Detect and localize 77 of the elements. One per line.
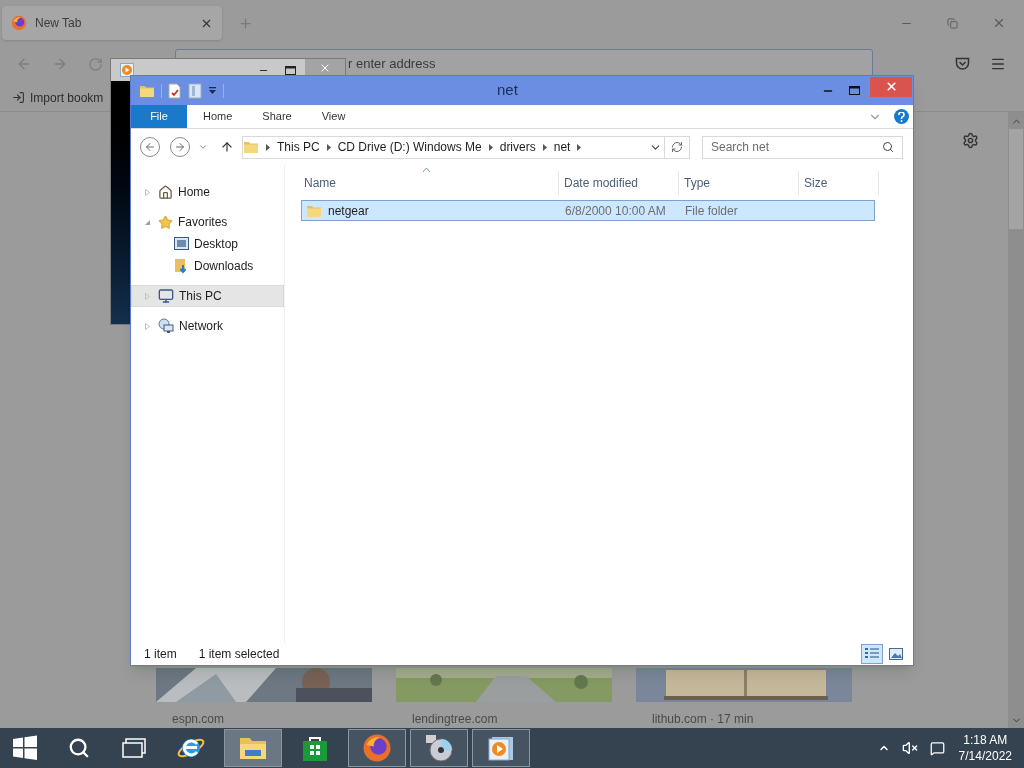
computer-icon <box>158 288 174 304</box>
forward-icon <box>174 141 186 153</box>
help-icon[interactable] <box>894 109 909 124</box>
network-icon <box>158 318 174 334</box>
breadcrumb-arrow-icon[interactable] <box>326 143 331 151</box>
breadcrumb-arrow-icon[interactable] <box>542 143 547 151</box>
nav-item[interactable]: Desktop <box>131 233 284 255</box>
folder-icon <box>239 735 267 761</box>
window-title: net <box>496 80 519 101</box>
cd-icon <box>424 733 454 763</box>
maximize-icon[interactable] <box>285 65 296 75</box>
recent-locations-icon[interactable] <box>198 142 208 152</box>
import-icon <box>12 91 25 104</box>
back-icon <box>144 141 156 153</box>
column-header[interactable]: Name <box>299 171 559 195</box>
status-text: 1 item selected <box>198 646 280 663</box>
breadcrumb-arrow-icon[interactable] <box>577 143 582 151</box>
notifications-icon[interactable] <box>929 740 945 756</box>
taskbar-button[interactable] <box>472 729 530 767</box>
up-icon[interactable] <box>220 140 234 154</box>
status-text: 1 item <box>144 646 177 663</box>
task-view-icon[interactable] <box>122 738 146 758</box>
type-cell-text: File folder <box>684 202 739 220</box>
breadcrumb-item[interactable]: This PC <box>277 138 320 156</box>
star-icon <box>158 214 173 230</box>
nav-item[interactable]: Network <box>131 315 284 337</box>
breadcrumb-item[interactable]: CD Drive (D:) Windows Me <box>337 138 482 156</box>
firefox-icon <box>11 15 27 31</box>
breadcrumb-arrow-icon[interactable] <box>488 143 493 151</box>
firefox-icon <box>362 733 392 763</box>
taskbar-button[interactable] <box>410 729 468 767</box>
ribbon-tab[interactable]: View <box>307 105 360 128</box>
browser-tab[interactable]: New Tab <box>2 6 222 40</box>
maximize-icon[interactable] <box>849 86 860 95</box>
search-icon[interactable] <box>68 737 90 759</box>
column-header[interactable]: Type <box>679 171 799 195</box>
home-icon <box>158 184 173 200</box>
search-field[interactable]: Search net <box>702 135 903 159</box>
media-player-icon <box>487 734 515 762</box>
downloads-folder-icon <box>174 258 189 274</box>
nav-item[interactable]: Home <box>131 181 284 203</box>
customize-dropdown-icon[interactable] <box>208 86 217 95</box>
windows-logo-icon[interactable] <box>12 735 38 761</box>
address-bar[interactable]: This PC CD Drive (D:) Windows Me drivers net <box>242 135 690 159</box>
collapse-arrow-icon[interactable] <box>144 218 153 226</box>
ribbon-tab[interactable]: Home <box>189 105 247 128</box>
details-view-icon <box>864 647 880 661</box>
properties-icon[interactable] <box>188 82 202 99</box>
close-icon[interactable] <box>992 16 1006 30</box>
close-icon <box>884 80 898 93</box>
desktop-icon <box>174 237 189 251</box>
bookmark-link[interactable]: Import bookm <box>12 88 104 107</box>
nav-item[interactable]: Favorites <box>131 211 284 233</box>
nav-item[interactable]: Downloads <box>131 255 284 277</box>
column-header[interactable]: Size <box>799 171 879 195</box>
close-icon <box>319 62 331 74</box>
date-cell-text: 6/8/2000 10:00 AM <box>564 202 667 220</box>
document-check-icon[interactable] <box>168 82 182 99</box>
ribbon-tab[interactable]: Share <box>248 105 306 128</box>
search-icon[interactable] <box>882 141 894 153</box>
details-view-button[interactable] <box>861 644 883 664</box>
refresh-icon[interactable] <box>671 141 683 153</box>
file-row[interactable]: netgear 6/8/2000 10:00 AM File folder <box>301 200 875 221</box>
nav-item[interactable]: This PC <box>131 285 284 307</box>
breadcrumb-item[interactable]: drivers <box>499 138 536 156</box>
breadcrumb-arrow-icon[interactable] <box>266 143 270 151</box>
menu-icon[interactable] <box>990 56 1006 72</box>
picture-view-icon <box>889 648 903 660</box>
volume-muted-icon[interactable] <box>901 740 918 756</box>
clock[interactable]: 1:18 AM 7/14/2022 <box>958 732 1012 764</box>
breadcrumb-item[interactable]: net <box>553 138 571 156</box>
pocket-icon[interactable] <box>955 57 970 71</box>
file-name: netgear <box>328 202 369 220</box>
scrollbar[interactable] <box>1008 112 1024 728</box>
settings-icon[interactable] <box>961 132 979 149</box>
shopping-bag-icon <box>302 734 328 762</box>
column-header[interactable]: Date modified <box>559 171 679 195</box>
